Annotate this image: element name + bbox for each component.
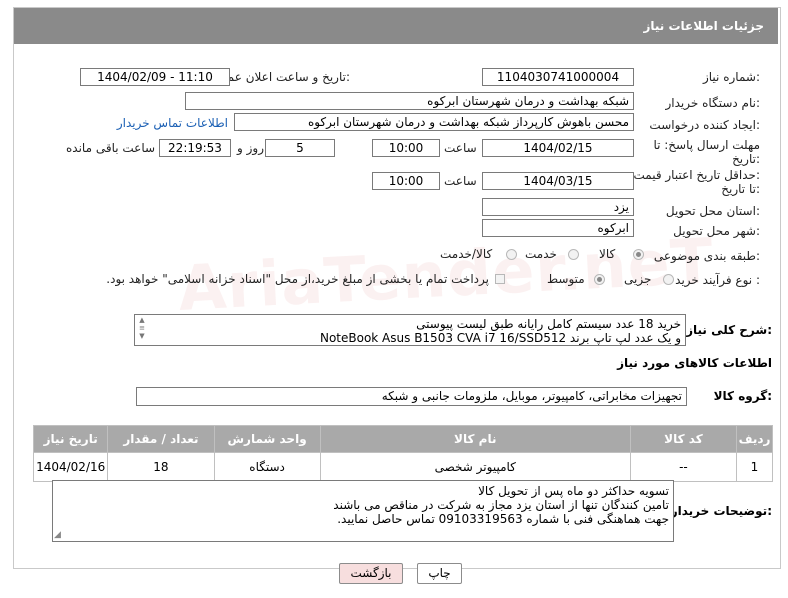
buyer-contact-link[interactable]: اطلاعات تماس خریدار (117, 116, 228, 130)
description-line-1: خرید 18 عدد سیستم کامل رایانه طبق لیست پ… (416, 317, 681, 331)
category-option-goods-service: کالا/خدمت (440, 247, 493, 261)
page-title: جزئیات اطلاعات نیاز (643, 19, 764, 33)
buyer-notes-label: توضیحات خریدار: (670, 504, 772, 518)
province-label: استان محل تحویل: (665, 204, 760, 218)
buyer-notes-line-3: جهت هماهنگی فنی با شماره 09103319563 تما… (337, 512, 669, 526)
description-scroll-arrows-icon[interactable]: ▲ ≡ ▼ (136, 316, 148, 344)
goods-section-title: اطلاعات کالاهای مورد نیاز (617, 356, 772, 370)
print-button[interactable]: چاپ (417, 563, 462, 584)
deadline-date-field: 1404/02/15 (482, 139, 634, 157)
deadline-label-date: تاریخ: (732, 152, 760, 166)
days-field: 5 (265, 139, 335, 157)
buyer-org-field: شبکه بهداشت و درمان شهرستان ابرکوه (185, 92, 634, 110)
price-date-field: 1404/03/15 (482, 172, 634, 190)
goods-table: تاریخ نیاز تعداد / مقدار واحد شمارش نام … (32, 425, 773, 482)
cell-row: 1 (736, 452, 773, 482)
buyer-org-label: نام دستگاه خریدار: (665, 96, 761, 110)
description-line-2: و یک عدد لپ تاپ برند NoteBook Asus B1503… (319, 331, 681, 345)
process-option-minor: جزیی (624, 272, 652, 286)
category-radio-goods-service[interactable] (506, 249, 517, 260)
description-textarea[interactable]: خرید 18 عدد سیستم کامل رایانه طبق لیست پ… (134, 314, 686, 346)
buyer-notes-textarea[interactable]: تسویه حداکثر دو ماه پس از تحویل کالا تام… (52, 480, 674, 542)
creator-label: ایجاد کننده درخواست: (649, 118, 760, 132)
resize-handle-icon[interactable]: ◢ (54, 530, 64, 540)
cell-name: کامپیوتر شخصی (319, 452, 631, 482)
col-qty: تعداد / مقدار (107, 425, 215, 453)
announce-field: 1404/02/09 - 11:10 (80, 68, 230, 86)
col-name: نام کالا (319, 425, 631, 453)
need-number-label: شماره نیاز: (702, 70, 760, 84)
col-row: ردیف (736, 425, 773, 453)
process-radio-minor[interactable] (663, 274, 674, 285)
city-field: ابرکوه (482, 219, 634, 237)
days-label: روز و (237, 141, 264, 155)
price-validity-label: حداقل تاریخ اعتبار قیمت: (633, 168, 760, 182)
cell-unit: دستگاه (213, 452, 321, 482)
table-row[interactable]: 1404/02/16 18 دستگاه کامپیوتر شخصی -- 1 (32, 452, 773, 482)
remaining-time-field: 22:19:53 (159, 139, 231, 157)
process-radio-medium[interactable] (594, 274, 605, 285)
process-option-medium: متوسط (547, 272, 585, 286)
payment-checkbox[interactable] (495, 274, 505, 284)
price-validity-date-label: تا تاریخ: (721, 182, 760, 196)
need-number-field: 1104030741000004 (482, 68, 634, 86)
cell-qty: 18 (107, 452, 215, 482)
buyer-notes-line-2: تامین کنندگان تنها از استان یزد مجاز به … (333, 498, 669, 512)
category-option-goods: کالا (599, 247, 616, 261)
category-radio-goods[interactable] (633, 249, 644, 260)
province-field: یزد (482, 198, 634, 216)
table-header-row: تاریخ نیاز تعداد / مقدار واحد شمارش نام … (32, 425, 773, 453)
col-unit: واحد شمارش (213, 425, 321, 453)
price-time-label: ساعت (444, 174, 477, 188)
process-label: نوع فرآیند خرید : (675, 273, 760, 287)
cell-date: 1404/02/16 (32, 452, 109, 482)
deadline-time-field: 10:00 (372, 139, 440, 157)
cell-code: -- (629, 452, 738, 482)
category-option-service: خدمت (525, 247, 557, 261)
category-radio-service[interactable] (568, 249, 579, 260)
price-time-field: 10:00 (372, 172, 440, 190)
payment-note: پرداخت تمام یا بخشی از مبلغ خرید،از محل … (106, 272, 489, 286)
buyer-notes-line-1: تسویه حداکثر دو ماه پس از تحویل کالا (478, 484, 669, 498)
remaining-label: ساعت باقی مانده (66, 141, 156, 155)
deadline-time-label: ساعت (444, 141, 477, 155)
deadline-label: مهلت ارسال پاسخ: تا (653, 138, 760, 152)
creator-field: محسن باهوش کارپرداز شبکه بهداشت و درمان … (234, 113, 634, 131)
city-label: شهر محل تحویل: (673, 224, 760, 238)
back-button[interactable]: بازگشت (339, 563, 403, 584)
col-date: تاریخ نیاز (32, 425, 109, 453)
category-label: طبقه بندی موضوعی: (653, 249, 760, 263)
goods-group-label: گروه کالا: (713, 389, 772, 403)
header-bar: جزئیات اطلاعات نیاز (14, 8, 778, 44)
description-label: شرح کلی نیاز: (686, 323, 772, 337)
col-code: کد کالا (629, 425, 738, 453)
goods-group-field: تجهیزات مخابراتی، کامپیوتر، موبایل، ملزو… (136, 387, 687, 406)
